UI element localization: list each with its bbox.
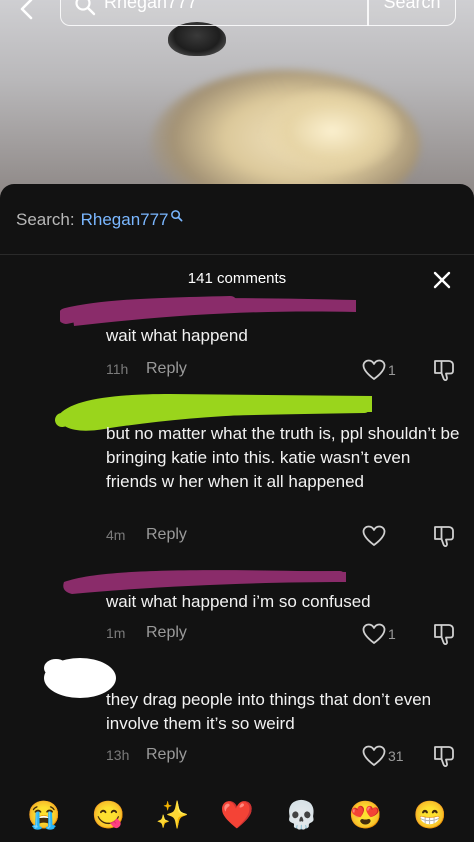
like-count: 1 xyxy=(388,362,396,378)
search-query[interactable]: Rhegan777 xyxy=(104,0,197,13)
like-button[interactable] xyxy=(362,524,388,548)
emoji-loudly-crying[interactable]: 😭 xyxy=(24,801,64,829)
search-suggestion-prefix: Search: xyxy=(16,210,75,229)
comment-meta: 11h Reply xyxy=(106,358,187,380)
like-button[interactable]: 31 xyxy=(362,744,404,768)
comment-meta: 1m Reply xyxy=(106,622,187,644)
search-icon xyxy=(170,209,182,221)
comment-time: 13h xyxy=(106,747,130,763)
emoji-bar: 😭 😋 ✨ ❤️ 💀 😍 😁 xyxy=(0,792,474,838)
chevron-left-icon xyxy=(20,0,33,20)
emoji-grin[interactable]: 😁 xyxy=(410,801,450,829)
comment-text: but no matter what the truth is, ppl sho… xyxy=(106,424,460,491)
reply-button[interactable]: Reply xyxy=(146,360,187,378)
search-header: Rhegan777 Search xyxy=(0,0,474,30)
close-button[interactable] xyxy=(430,268,454,292)
thumbs-down-icon[interactable] xyxy=(432,744,458,768)
search-suggestion-term[interactable]: Rhegan777 xyxy=(81,210,169,230)
comment-text: they drag people into things that don’t … xyxy=(106,690,432,733)
emoji-red-heart[interactable]: ❤️ xyxy=(217,801,257,829)
heart-outline-icon xyxy=(362,359,386,380)
search-icon xyxy=(75,0,96,16)
like-count: 31 xyxy=(388,748,404,764)
blurred-subject-hair xyxy=(262,88,402,174)
comment-time: 1m xyxy=(106,625,126,641)
thumbs-down-icon[interactable] xyxy=(432,524,458,548)
heart-outline-icon xyxy=(362,745,386,766)
like-button[interactable]: 1 xyxy=(362,358,396,382)
search-button[interactable]: Search xyxy=(370,0,454,13)
comment-text: wait what happend i’m so confused xyxy=(106,592,371,611)
search-divider xyxy=(367,0,369,26)
comment-meta: 13h Reply xyxy=(106,744,187,766)
comment-meta: 4m Reply xyxy=(106,524,187,546)
reply-button[interactable]: Reply xyxy=(146,746,187,764)
comments-sheet: Search: Rhegan777 141 comments wait what… xyxy=(0,184,474,842)
search-suggestion[interactable]: Search: Rhegan777 xyxy=(16,208,183,232)
emoji-yum[interactable]: 😋 xyxy=(88,801,128,829)
heart-outline-icon xyxy=(362,623,386,644)
like-count: 1 xyxy=(388,626,396,642)
back-button[interactable] xyxy=(14,0,40,22)
comment-time: 4m xyxy=(106,527,126,543)
like-button[interactable]: 1 xyxy=(362,622,396,646)
emoji-heart-eyes[interactable]: 😍 xyxy=(346,801,386,829)
close-icon xyxy=(433,271,451,289)
comments-count: 141 comments xyxy=(187,270,287,287)
comment-text: wait what happend xyxy=(106,326,248,345)
video-preview xyxy=(0,0,474,200)
thumbs-down-icon[interactable] xyxy=(432,358,458,382)
emoji-skull[interactable]: 💀 xyxy=(281,801,321,829)
emoji-sparkles[interactable]: ✨ xyxy=(153,801,193,829)
reply-button[interactable]: Reply xyxy=(146,624,187,642)
comment-time: 11h xyxy=(106,361,129,377)
reply-button[interactable]: Reply xyxy=(146,526,187,544)
divider xyxy=(0,254,474,255)
heart-outline-icon xyxy=(362,525,386,546)
thumbs-down-icon[interactable] xyxy=(432,622,458,646)
